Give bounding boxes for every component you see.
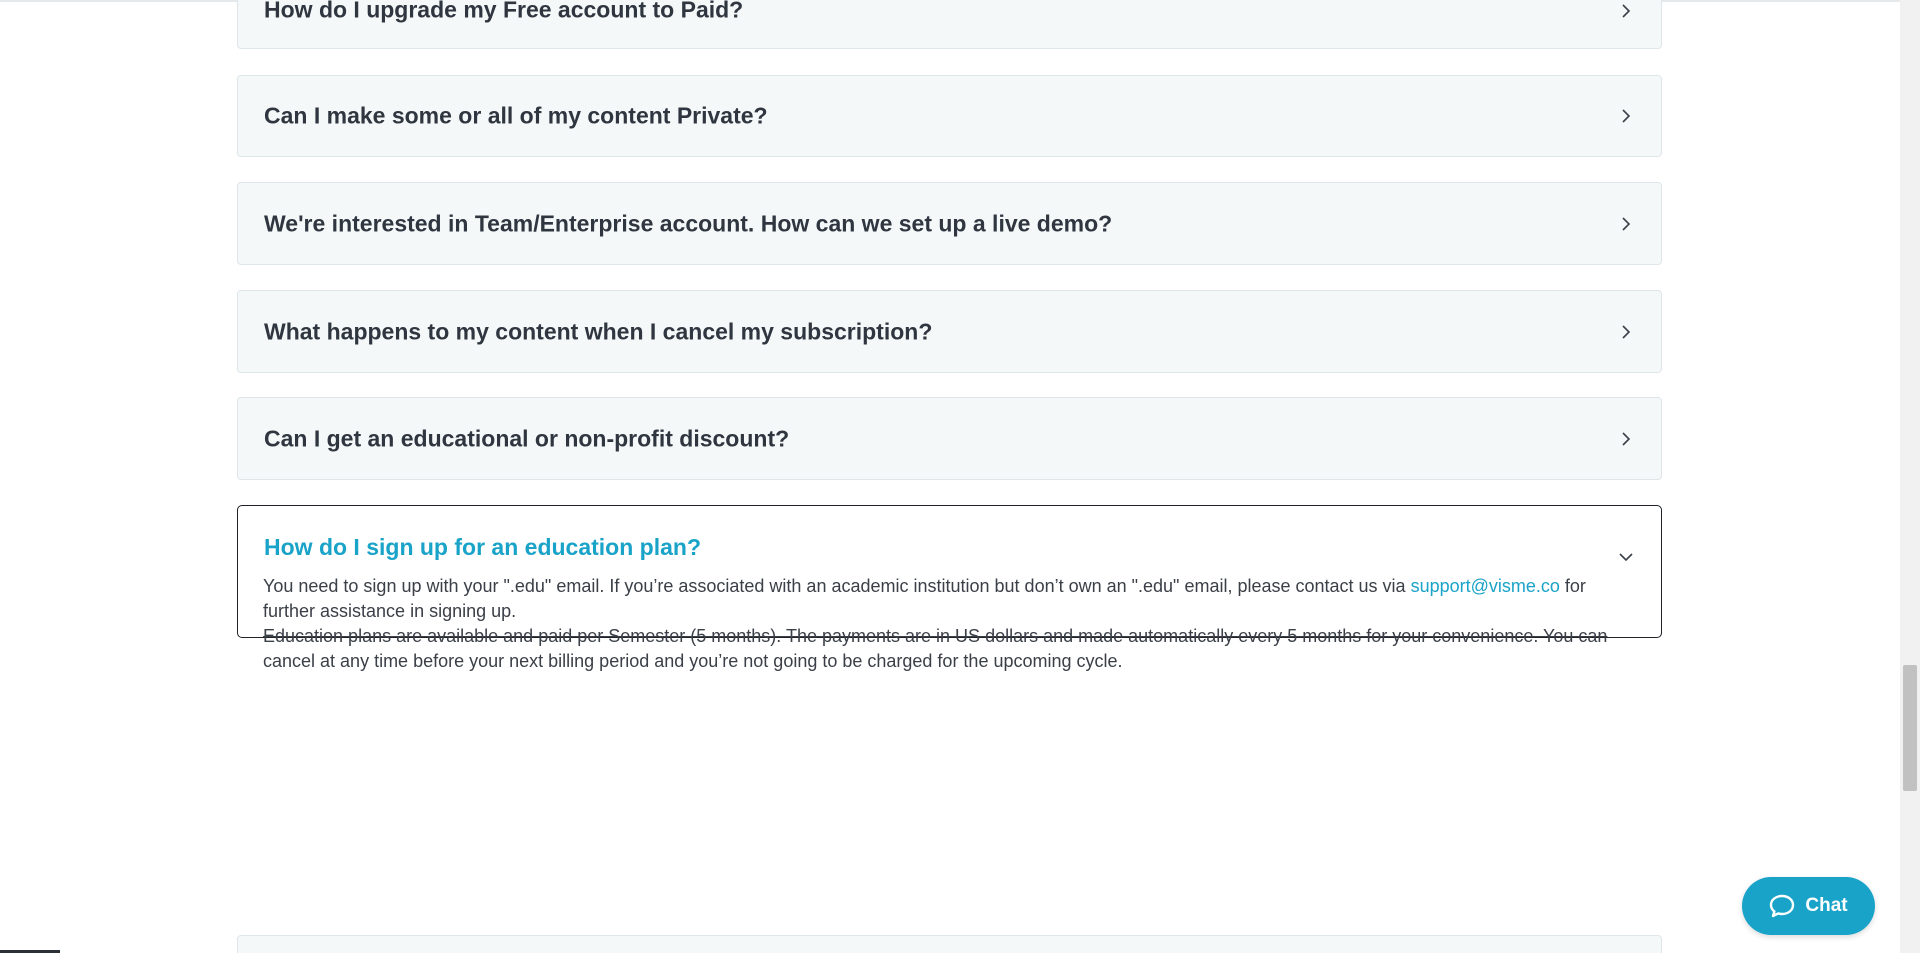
answer-text-struck: Education plans are available and paid p…	[263, 626, 1608, 646]
chevron-right-icon	[1622, 4, 1631, 18]
chat-label: Chat	[1805, 895, 1848, 916]
answer-paragraph: You need to sign up with your ".edu" ema…	[263, 574, 1613, 624]
faq-answer: You need to sign up with your ".edu" ema…	[263, 574, 1613, 674]
chevron-right-icon	[1622, 431, 1631, 446]
faq-item-enterprise-demo[interactable]: We're interested in Team/Enterprise acco…	[237, 182, 1662, 265]
chevron-right-icon	[1622, 324, 1631, 339]
page: How do I upgrade my Free account to Paid…	[0, 0, 1920, 953]
faq-item-upgrade[interactable]: How do I upgrade my Free account to Paid…	[237, 0, 1662, 49]
faq-question: We're interested in Team/Enterprise acco…	[264, 210, 1113, 236]
answer-text: cancel at any time before your next bill…	[263, 651, 1123, 671]
chat-bubble-icon	[1770, 894, 1795, 918]
faq-item-private[interactable]: Can I make some or all of my content Pri…	[237, 75, 1662, 157]
scrollbar[interactable]	[1900, 0, 1920, 953]
chevron-right-icon	[1622, 109, 1631, 123]
faq-item-discount[interactable]: Can I get an educational or non-profit d…	[237, 397, 1662, 480]
faq-question: How do I upgrade my Free account to Paid…	[264, 0, 744, 23]
chat-button[interactable]: Chat	[1742, 877, 1875, 935]
faq-question: What happens to my content when I cancel…	[264, 318, 933, 344]
faq-question: Can I make some or all of my content Pri…	[264, 102, 768, 129]
scrollbar-thumb[interactable]	[1903, 665, 1917, 791]
answer-text: You need to sign up with your ".edu" ema…	[263, 576, 1411, 596]
faq-item-next[interactable]	[237, 935, 1662, 953]
faq-question-open: How do I sign up for an education plan?	[264, 534, 701, 560]
chevron-down-icon	[1619, 553, 1633, 562]
support-email-link[interactable]: support@visme.co	[1411, 576, 1560, 596]
chevron-right-icon	[1622, 216, 1631, 231]
faq-item-cancel-subscription[interactable]: What happens to my content when I cancel…	[237, 290, 1662, 373]
faq-question: Can I get an educational or non-profit d…	[264, 425, 790, 451]
